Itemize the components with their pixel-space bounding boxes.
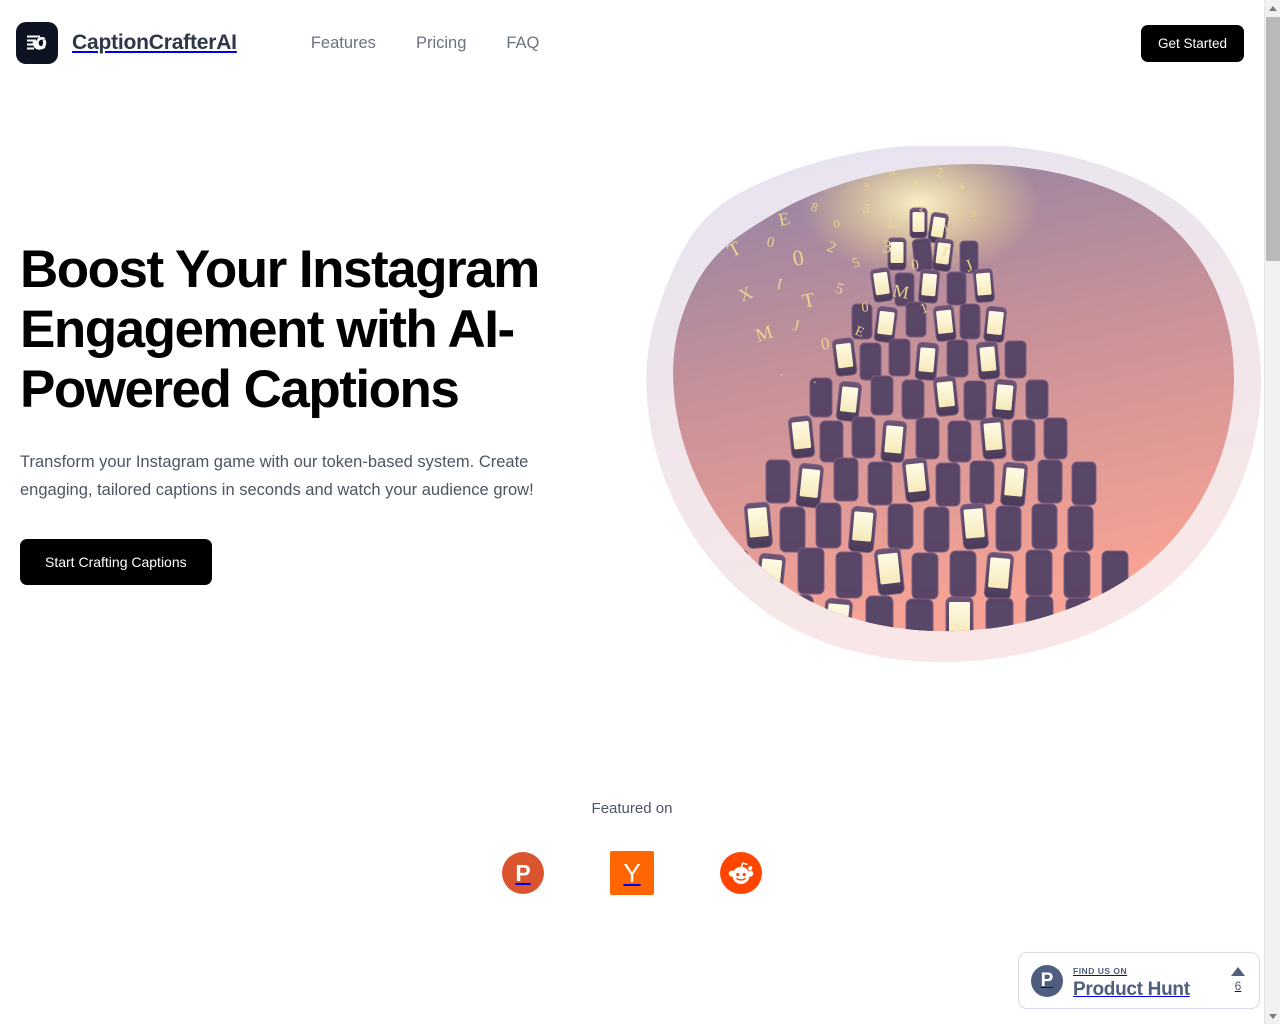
caption-lines-c-icon	[16, 22, 58, 64]
hero-copy: Boost Your Instagram Engagement with AI-…	[20, 240, 620, 585]
triangle-down-icon	[1269, 1013, 1277, 1019]
product-hunt-logo[interactable]: P	[502, 852, 544, 894]
svg-text:M: M	[891, 280, 910, 302]
triangle-up-icon	[1269, 5, 1277, 11]
product-hunt-badge-title: Product Hunt	[1073, 978, 1190, 1000]
page-viewport: CaptionCrafterAI Features Pricing FAQ Ge…	[0, 0, 1264, 1024]
triangle-up-icon	[1231, 967, 1245, 976]
main-nav: Features Pricing FAQ	[293, 28, 560, 59]
scroll-thumb[interactable]	[1266, 17, 1280, 261]
get-started-button[interactable]: Get Started	[1140, 24, 1244, 62]
hero-section: Boost Your Instagram Engagement with AI-…	[0, 86, 1264, 766]
start-crafting-captions-button[interactable]: Start Crafting Captions	[20, 539, 212, 585]
hero-illustration: 7 5 0 B M 8 9 6 A 2 4 7 I E 8	[620, 146, 1264, 666]
product-hunt-badge-icon: P	[1031, 964, 1063, 997]
y-combinator-icon: Y	[610, 851, 654, 895]
product-hunt-icon: P	[502, 852, 544, 894]
site-header: CaptionCrafterAI Features Pricing FAQ Ge…	[0, 0, 1264, 86]
product-hunt-badge-text: FIND US ON Product Hunt	[1073, 961, 1225, 1001]
featured-on-section: Featured on P Y	[0, 800, 1264, 895]
product-hunt-badge-kicker: FIND US ON	[1073, 965, 1128, 976]
svg-text:7: 7	[712, 176, 724, 192]
nav-item-pricing[interactable]: Pricing	[396, 28, 486, 59]
svg-text:5: 5	[745, 167, 754, 180]
y-combinator-logo[interactable]: Y	[610, 851, 654, 895]
hero-subtitle: Transform your Instagram game with our t…	[20, 453, 534, 499]
brand-logo-link[interactable]: CaptionCrafterAI	[16, 22, 237, 64]
reddit-icon	[720, 852, 762, 894]
featured-logos: P Y	[502, 851, 762, 895]
brand-name: CaptionCrafterAI	[72, 31, 237, 54]
page-title: Boost Your Instagram Engagement with AI-…	[20, 240, 540, 419]
nav-item-faq[interactable]: FAQ	[486, 28, 559, 59]
reddit-logo[interactable]	[720, 852, 762, 894]
vertical-scrollbar[interactable]	[1264, 0, 1280, 1024]
nav-item-features[interactable]: Features	[293, 28, 396, 59]
scroll-up-button[interactable]	[1265, 0, 1280, 16]
featured-on-label: Featured on	[591, 800, 673, 817]
product-hunt-upvote[interactable]: 6	[1231, 967, 1245, 994]
product-hunt-badge[interactable]: P FIND US ON Product Hunt 6	[1018, 952, 1260, 1009]
upvote-count: 6	[1234, 979, 1242, 993]
scroll-down-button[interactable]	[1265, 1008, 1280, 1024]
